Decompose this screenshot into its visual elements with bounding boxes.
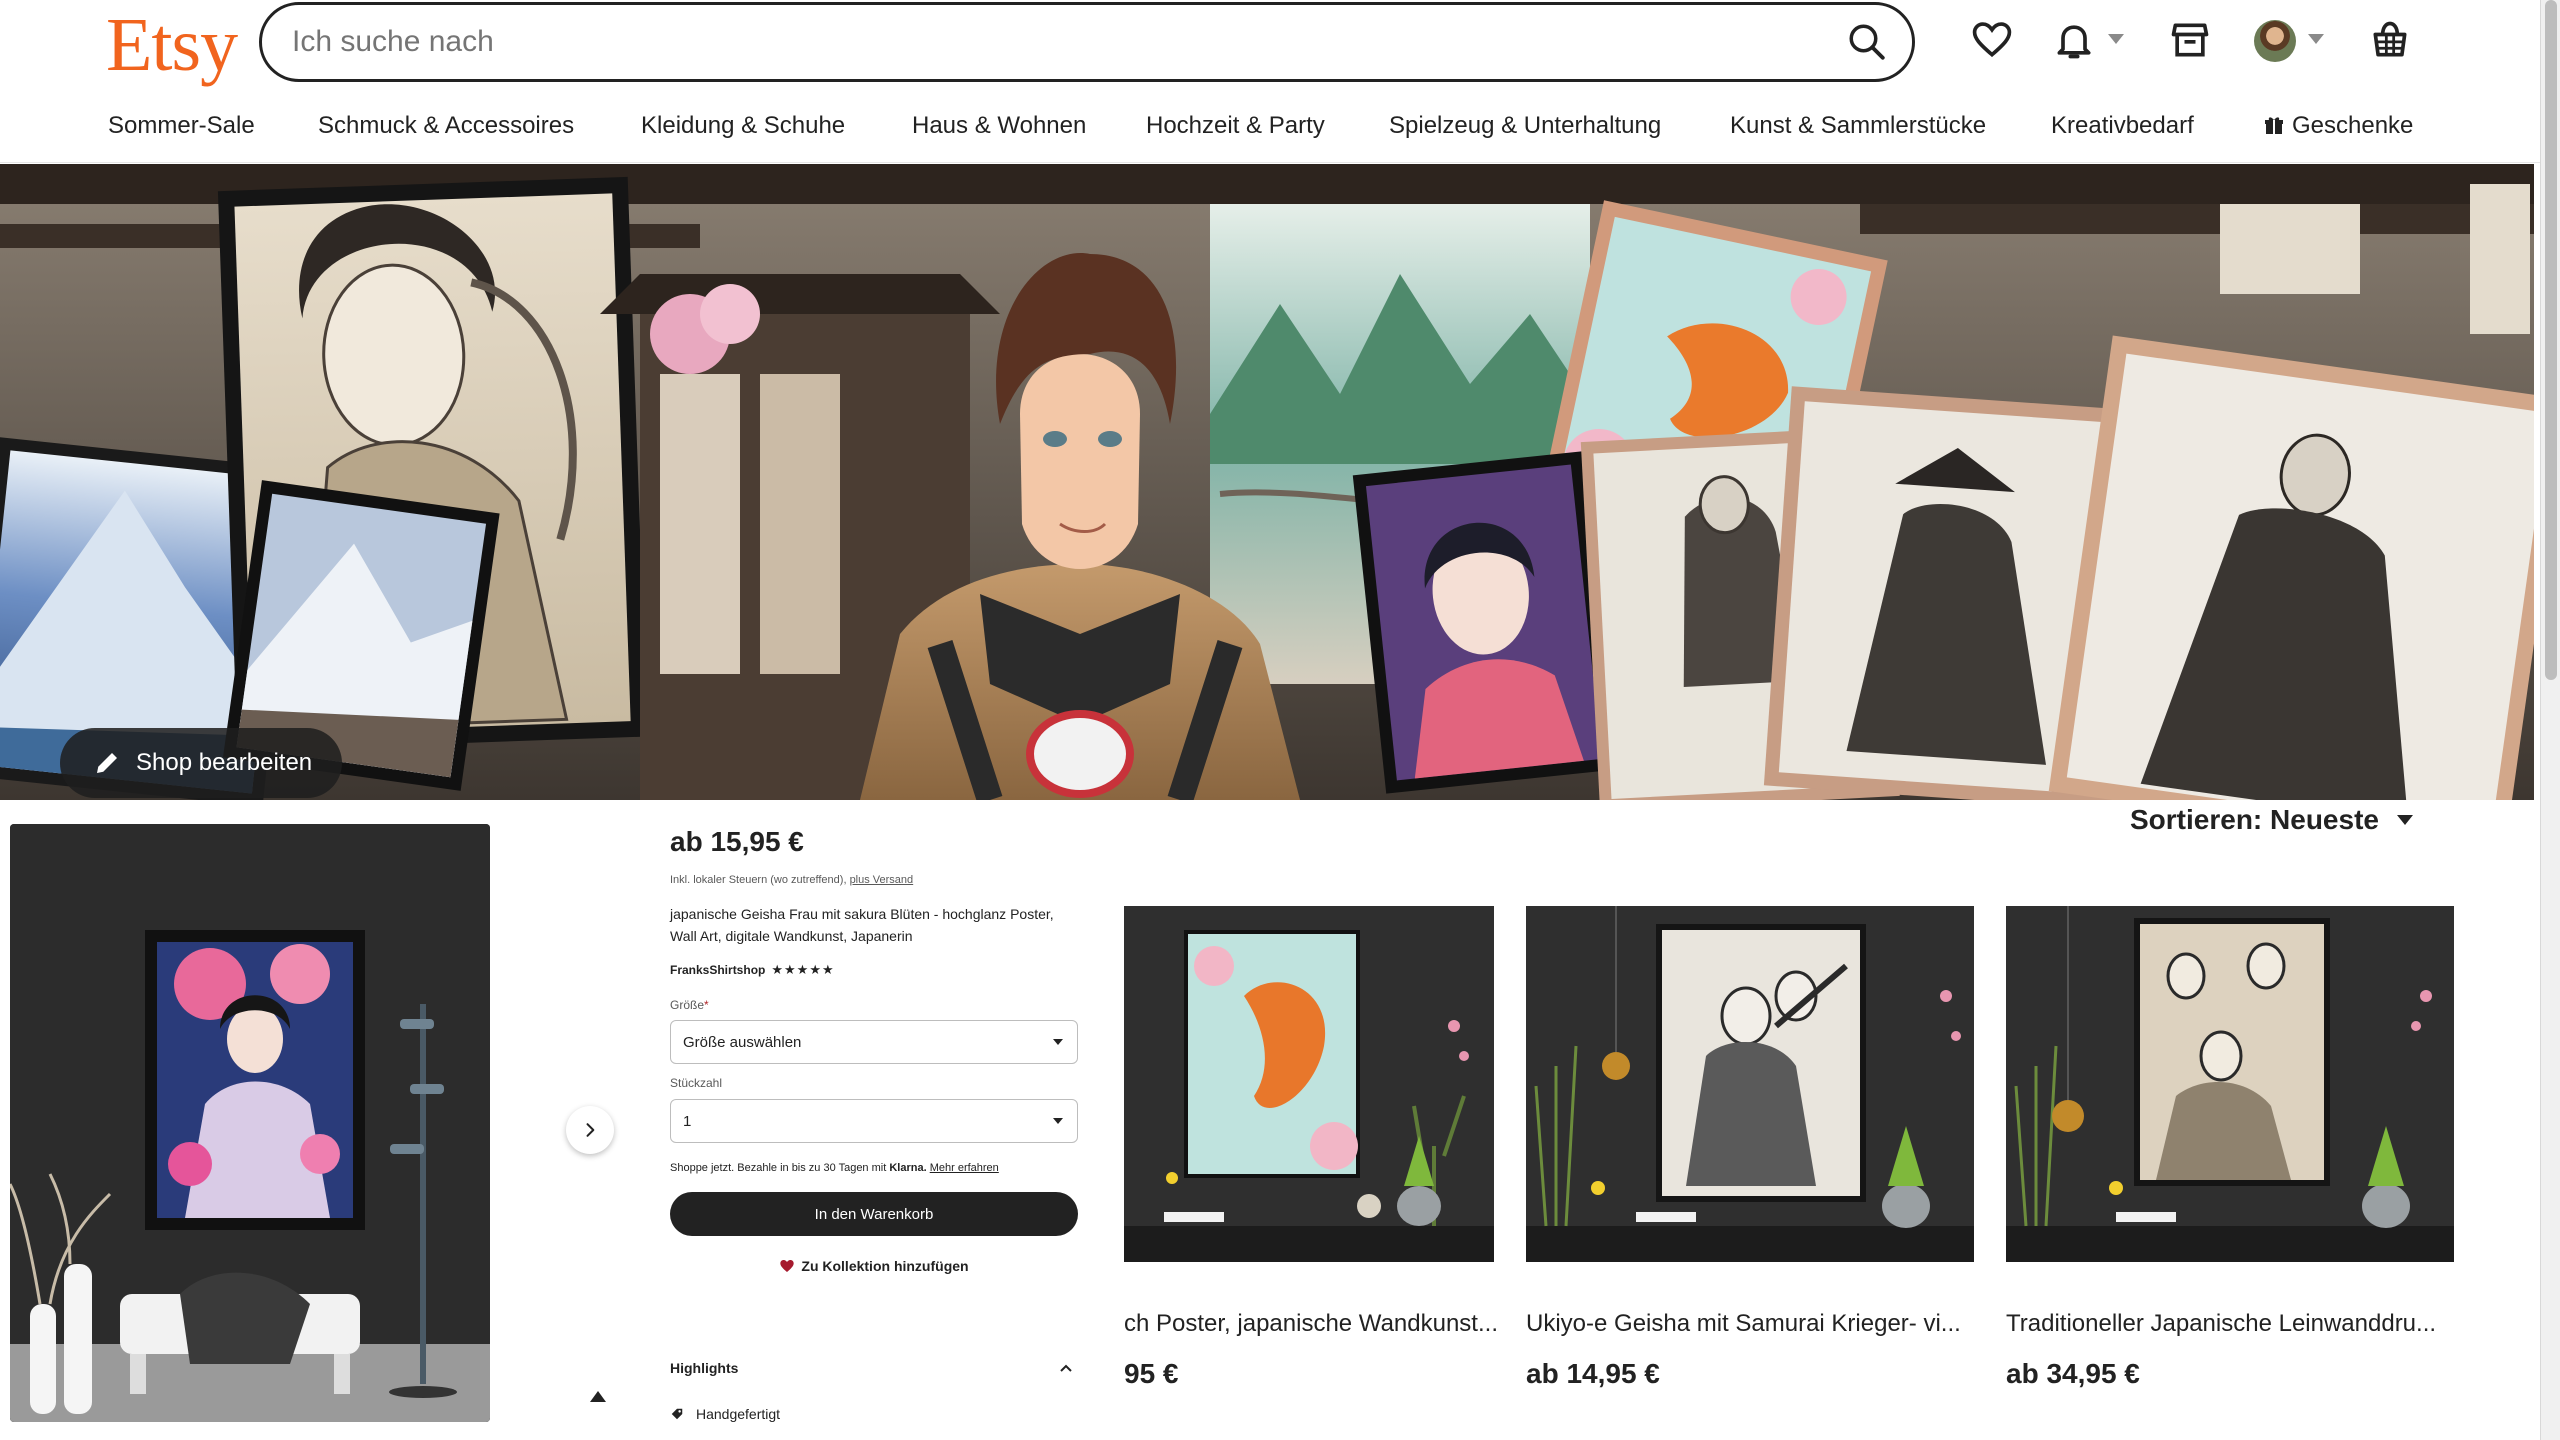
site-header: Etsy Sommer-Sale Schmuck & Accessoires K… [0, 0, 2560, 163]
account-chevron-icon[interactable] [2308, 34, 2324, 44]
category-nav: Sommer-Sale Schmuck & Accessoires Kleidu… [0, 108, 2560, 148]
notifications-chevron-icon[interactable] [2108, 34, 2124, 44]
product-image-art [1526, 906, 1974, 1262]
nav-kleidung-schuhe[interactable]: Kleidung & Schuhe [641, 112, 845, 140]
nav-spielzeug-unterhaltung[interactable]: Spielzeug & Unterhaltung [1389, 112, 1661, 140]
product-price: ab 14,95 € [1526, 1358, 1660, 1389]
nav-kreativbedarf[interactable]: Kreativbedarf [2051, 112, 2194, 140]
listing-image[interactable] [10, 824, 490, 1422]
heart-icon[interactable] [1970, 18, 2014, 62]
search-bar[interactable] [259, 2, 1915, 82]
product-image[interactable] [1526, 906, 1974, 1262]
product-image-art [2006, 906, 2454, 1262]
caret-down-icon [2396, 815, 2413, 825]
product-image[interactable] [2006, 906, 2454, 1262]
banner-artwork [0, 164, 2534, 800]
listing-title[interactable]: japanische Geisha Frau mit sakura Blüten… [670, 903, 1080, 947]
scrollbar-thumb[interactable] [2545, 0, 2557, 680]
chevron-up-small-icon [590, 1391, 606, 1402]
nav-sommer-sale[interactable]: Sommer-Sale [108, 112, 255, 140]
add-to-collection-button[interactable]: Zu Kollektion hinzufügen [670, 1258, 1078, 1274]
chevron-up-icon[interactable] [1060, 1364, 1072, 1372]
search-icon[interactable] [1846, 21, 1888, 63]
avatar[interactable] [2254, 20, 2296, 62]
klarna-text: Shoppe jetzt. Bezahle in bis zu 30 Tagen… [670, 1162, 887, 1174]
listing-price: ab 15,95 € [670, 826, 804, 857]
rating-stars: ★★★★★ [771, 962, 835, 977]
size-label-text: Größe [670, 998, 705, 1012]
shipping-link[interactable]: plus Versand [850, 874, 914, 886]
tax-note: Inkl. lokaler Steuern (wo zutreffend), p… [670, 874, 1080, 886]
sort-label: Sortieren: Neueste [2130, 804, 2379, 835]
next-image-button[interactable] [566, 1106, 614, 1154]
product-image[interactable] [1124, 906, 1494, 1262]
product-title[interactable]: Ukiyo-e Geisha mit Samurai Krieger- vi..… [1526, 1310, 1976, 1338]
etsy-logo[interactable]: Etsy [106, 2, 238, 89]
tax-note-text: Inkl. lokaler Steuern (wo zutreffend), [670, 874, 847, 886]
highlight-item-label: Handgefertigt [696, 1406, 781, 1422]
sort-dropdown[interactable]: Sortieren: Neueste [2130, 804, 2413, 836]
bell-icon[interactable] [2052, 18, 2096, 62]
shop-name-row: FranksShirtshop ★★★★★ [670, 962, 1080, 978]
size-label: Größe* [670, 998, 1080, 1012]
highlights-title[interactable]: Highlights [670, 1360, 1080, 1376]
handmade-icon [671, 1408, 683, 1420]
size-select[interactable]: Größe auswählen [670, 1020, 1078, 1064]
required-mark: * [704, 998, 709, 1012]
quantity-select[interactable]: 1 [670, 1099, 1078, 1143]
chevron-right-icon [586, 1123, 595, 1137]
product-title[interactable]: Traditioneller Japanische Leinwanddru... [2006, 1310, 2456, 1338]
nav-geschenke[interactable]: Geschenke [2264, 112, 2413, 140]
size-select-value: Größe auswählen [683, 1033, 802, 1051]
shop-name[interactable]: FranksShirtshop [670, 963, 765, 977]
product-price: 95 € [1124, 1358, 1179, 1389]
shop-manager-icon[interactable] [2168, 18, 2212, 62]
klarna-note: Shoppe jetzt. Bezahle in bis zu 30 Tagen… [670, 1162, 1080, 1174]
klarna-more-link[interactable]: Mehr erfahren [930, 1162, 999, 1174]
nav-kunst-sammlerstuecke[interactable]: Kunst & Sammlerstücke [1730, 112, 1986, 140]
basket-icon[interactable] [2368, 18, 2412, 62]
quantity-select-value: 1 [683, 1112, 692, 1130]
add-to-collection-label: Zu Kollektion hinzufügen [801, 1258, 969, 1274]
heart-filled-icon [780, 1260, 795, 1272]
nav-schmuck-accessoires[interactable]: Schmuck & Accessoires [318, 112, 574, 140]
page-scrollbar[interactable] [2540, 0, 2560, 1440]
search-input[interactable] [292, 5, 1792, 79]
caret-down-icon [1053, 1118, 1063, 1124]
shop-banner: Shop bearbeiten [0, 164, 2534, 800]
product-title[interactable]: ch Poster, japanische Wandkunst... [1124, 1310, 1504, 1338]
caret-down-icon [1053, 1039, 1063, 1045]
edit-shop-button[interactable]: Shop bearbeiten [60, 728, 343, 798]
listing-image-art [10, 824, 490, 1422]
quantity-label: Stückzahl [670, 1076, 723, 1090]
klarna-brand: Klarna. [889, 1162, 927, 1174]
add-to-cart-button[interactable]: In den Warenkorb [670, 1192, 1078, 1236]
product-price: ab 34,95 € [2006, 1358, 2140, 1389]
gift-icon [2265, 117, 2283, 134]
edit-shop-label: Shop bearbeiten [136, 749, 313, 776]
nav-geschenke-label: Geschenke [2292, 112, 2414, 139]
nav-haus-wohnen[interactable]: Haus & Wohnen [912, 112, 1086, 140]
highlight-item: Handgefertigt [670, 1406, 1080, 1422]
nav-hochzeit-party[interactable]: Hochzeit & Party [1146, 112, 1325, 140]
pencil-icon [97, 753, 117, 773]
product-image-art [1124, 906, 1494, 1262]
